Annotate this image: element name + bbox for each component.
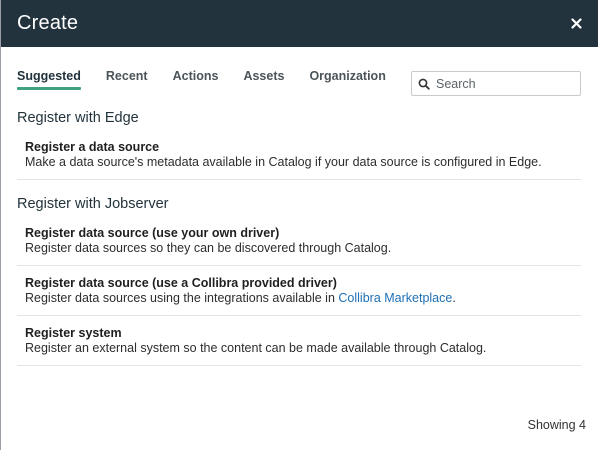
option-description-suffix: . xyxy=(452,291,456,305)
search-input[interactable] xyxy=(436,76,566,91)
option-title: Register a data source xyxy=(25,140,160,154)
section-title-edge: Register with Edge xyxy=(17,110,139,126)
option-register-data-source-collibra-driver[interactable]: Register data source (use a Collibra pro… xyxy=(17,266,581,316)
option-register-system[interactable]: Register system Register an external sys… xyxy=(17,316,581,366)
section-title-jobserver: Register with Jobserver xyxy=(17,196,169,212)
dialog-header: Create xyxy=(1,0,598,47)
option-register-data-source-own-driver[interactable]: Register data source (use your own drive… xyxy=(17,216,581,266)
option-description: Register an external system so the conte… xyxy=(25,341,487,355)
option-description: Register data sources so they can be dis… xyxy=(25,241,392,255)
collibra-marketplace-link[interactable]: Collibra Marketplace xyxy=(338,291,452,305)
tab-recent[interactable]: Recent xyxy=(106,66,148,88)
close-icon xyxy=(570,18,582,29)
option-register-data-source-edge[interactable]: Register a data source Make a data sourc… xyxy=(17,130,581,180)
search-box[interactable] xyxy=(411,71,581,96)
tab-organization[interactable]: Organization xyxy=(309,66,385,88)
close-button[interactable] xyxy=(568,16,584,32)
tab-suggested[interactable]: Suggested xyxy=(17,66,81,90)
tab-actions[interactable]: Actions xyxy=(173,66,219,88)
dialog-title: Create xyxy=(17,12,79,34)
create-options: Register with Edge Register a data sourc… xyxy=(17,108,581,366)
create-dialog: Create Suggested Recent Actions Assets O… xyxy=(0,0,598,450)
search-icon xyxy=(418,78,430,90)
results-count: Showing 4 xyxy=(527,418,586,432)
option-description: Make a data source's metadata available … xyxy=(25,155,542,169)
option-description: Register data sources using the integrat… xyxy=(25,291,581,306)
option-title: Register data source (use your own drive… xyxy=(25,226,280,240)
tab-assets[interactable]: Assets xyxy=(243,66,284,88)
tab-bar: Suggested Recent Actions Assets Organiza… xyxy=(17,66,581,98)
option-description-text: Register data sources using the integrat… xyxy=(25,291,339,305)
option-title: Register system xyxy=(25,326,122,340)
option-title: Register data source (use a Collibra pro… xyxy=(25,276,337,290)
